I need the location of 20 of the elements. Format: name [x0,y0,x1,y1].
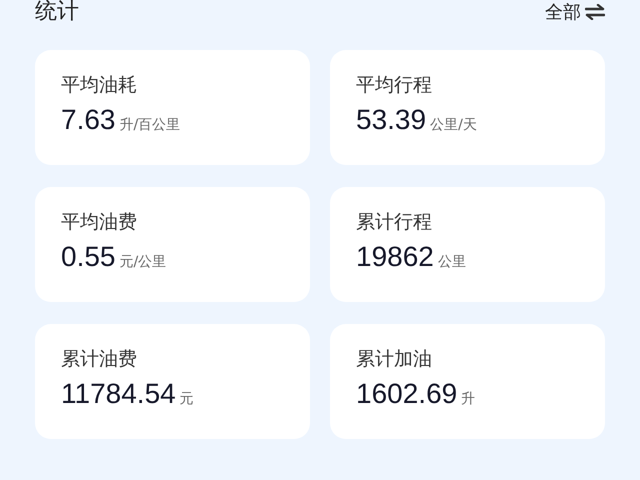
stat-value: 11784.54 [61,378,176,410]
stat-label: 累计加油 [356,347,433,372]
stat-value: 1602.69 [356,378,458,410]
stat-unit: 公里 [438,253,466,271]
swap-arrows-icon [585,4,605,20]
stat-label: 平均行程 [356,73,433,98]
stat-unit: 元/公里 [120,253,166,271]
stat-unit: 公里/天 [430,116,477,134]
stat-value: 53.39 [356,104,426,136]
stat-label: 平均油费 [61,210,138,235]
stat-value: 7.63 [61,104,116,136]
stat-label: 平均油耗 [61,73,138,98]
stat-unit: 升/百公里 [120,116,180,134]
stat-unit: 元 [180,390,194,408]
filter-button[interactable]: 全部 [545,0,605,24]
stat-value: 0.55 [61,241,116,273]
stat-label: 累计行程 [356,210,433,235]
stat-label: 累计油费 [61,347,138,372]
stat-value: 19862 [356,241,434,273]
stat-unit: 升 [461,390,476,408]
